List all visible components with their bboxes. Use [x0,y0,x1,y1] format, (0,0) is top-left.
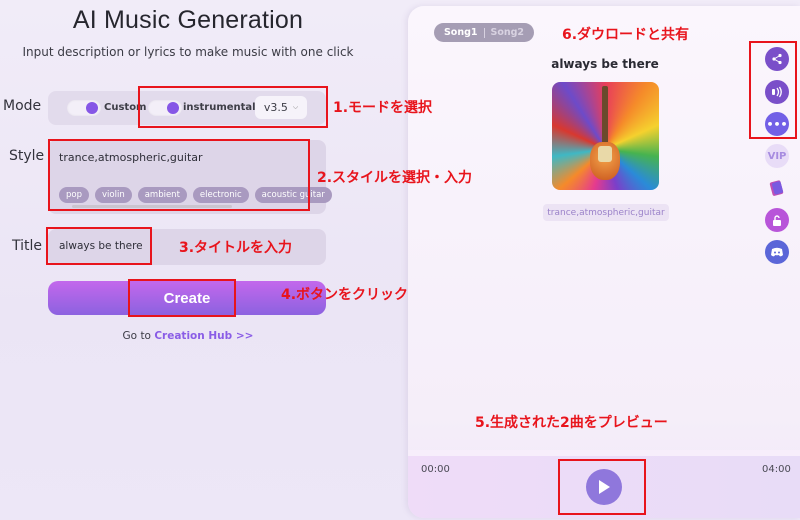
page-subtitle: Input description or lyrics to make musi… [22,45,354,59]
annotation-box-create [128,279,236,317]
guitar-neck [602,86,608,148]
annotation-box-mode [138,86,328,128]
annotation-box-play [558,459,646,515]
guitar-pickguard [598,146,612,162]
tab-song1[interactable]: Song1 [444,27,478,38]
unlock-icon[interactable] [765,208,789,232]
annotation-box-style [48,139,310,211]
page-title: AI Music Generation [72,6,304,34]
annotation-step1: 1.モードを選択 [333,100,433,116]
annotation-box-title [46,227,152,265]
tab-separator [483,27,485,38]
creation-hub-link[interactable]: Creation Hub >> [154,330,253,342]
annotation-step4: 4.ボタンをクリック [281,287,409,303]
time-current: 00:00 [421,464,450,475]
annotation-step6: 6.ダウロードと共有 [562,27,690,43]
song-switch: Song1 Song2 [434,23,534,42]
annotation-step5: 5.生成された2曲をプレビュー [475,415,668,431]
toggle-knob [86,102,98,114]
tab-song2[interactable]: Song2 [491,27,525,38]
annotation-box-share [749,41,797,139]
song-style-chip: trance,atmospheric,guitar [543,204,669,221]
book-icon[interactable] [765,176,789,200]
discord-icon[interactable] [765,240,789,264]
style-label: Style [9,148,45,164]
album-cover [552,82,659,190]
annotation-step3: 3.タイトルを入力 [179,240,293,256]
custom-toggle[interactable] [67,100,101,116]
annotation-step2: 2.スタイルを選択・入力 [317,170,473,186]
title-label: Title [12,238,43,254]
time-total: 04:00 [762,464,791,475]
vip-icon[interactable]: VIP [765,144,789,168]
song-title: always be there [551,57,659,71]
goto-prefix: Go to [122,330,151,342]
creation-hub-link-row: Go to Creation Hub >> [0,330,376,342]
mode-label: Mode [3,98,42,114]
